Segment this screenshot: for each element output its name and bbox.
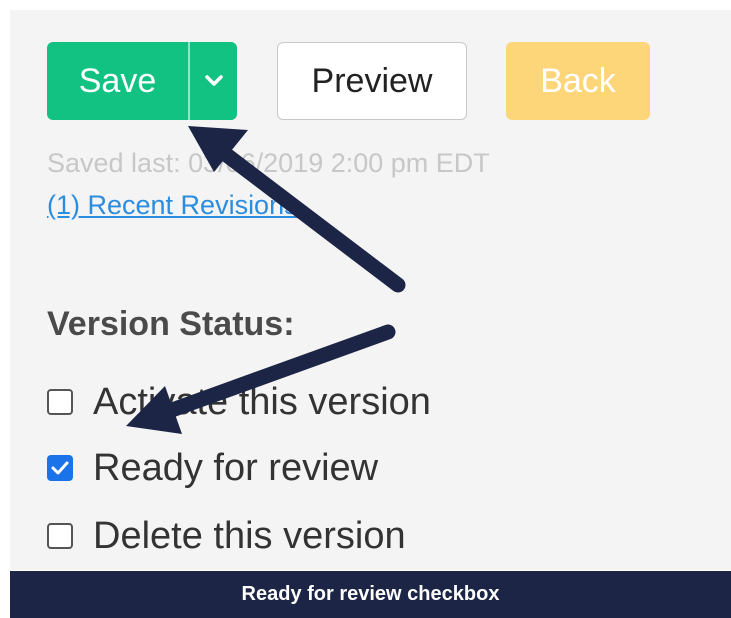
caption-bar: Ready for review checkbox [10, 571, 731, 618]
save-split-button: Save [47, 42, 237, 120]
saved-last-text: Saved last: 03/06/2019 2:00 pm EDT [47, 148, 490, 178]
option-activate-version[interactable]: Activate this version [47, 380, 431, 423]
activate-version-checkbox[interactable] [47, 389, 73, 415]
save-dropdown-button[interactable] [190, 42, 237, 120]
option-ready-for-review[interactable]: Ready for review [47, 446, 379, 489]
option-label: Activate this version [93, 380, 431, 423]
ready-for-review-checkbox[interactable] [47, 455, 73, 481]
caption-text: Ready for review checkbox [241, 583, 500, 605]
option-delete-version[interactable]: Delete this version [47, 514, 406, 557]
delete-version-checkbox[interactable] [47, 523, 73, 549]
version-status-title: Version Status: [47, 305, 295, 343]
option-label: Ready for review [93, 446, 379, 489]
recent-revisions-link[interactable]: (1) Recent Revisions [47, 190, 298, 221]
chevron-down-icon [204, 75, 223, 86]
back-button[interactable]: Back [506, 42, 650, 120]
option-label: Delete this version [93, 514, 406, 557]
preview-button[interactable]: Preview [277, 42, 467, 120]
save-button[interactable]: Save [47, 42, 190, 120]
checkmark-icon [51, 461, 69, 475]
